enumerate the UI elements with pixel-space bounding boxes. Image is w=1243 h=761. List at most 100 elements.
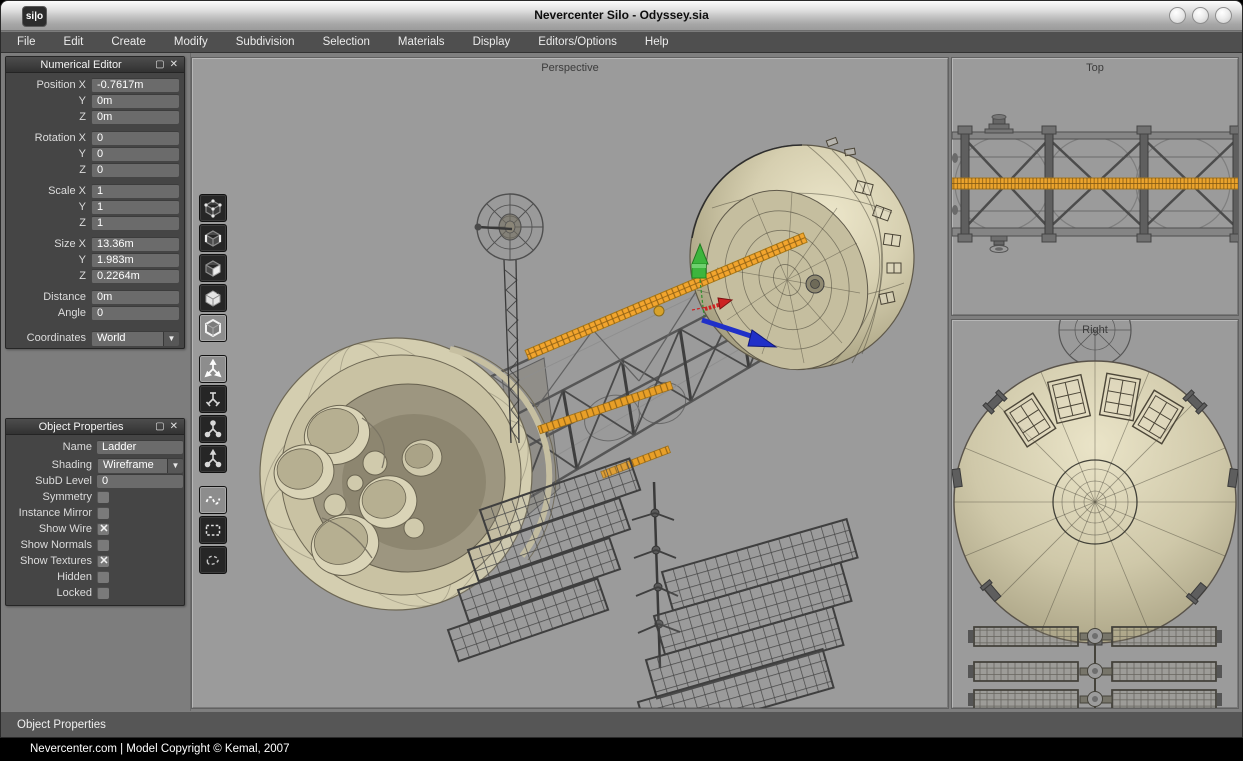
object-properties-header[interactable]: Object Properties ▢ ✕: [6, 419, 184, 435]
lasso-select-icon: [203, 550, 223, 570]
vertex-mode-icon: [203, 198, 223, 218]
position-x-field[interactable]: -0.7617m: [91, 78, 179, 92]
universal-manipulator-button[interactable]: [199, 445, 227, 473]
show-wire-checkbox[interactable]: [97, 523, 109, 535]
app-window: si|o Nevercenter Silo - Odyssey.sia File…: [0, 0, 1243, 738]
field-label: Size X: [6, 238, 86, 250]
instance-mirror-checkbox[interactable]: [97, 507, 109, 519]
menu-editors-options[interactable]: Editors/Options: [524, 36, 631, 48]
menu-display[interactable]: Display: [459, 36, 525, 48]
field-label: Z: [6, 270, 86, 282]
numerical-editor-header[interactable]: Numerical Editor ▢ ✕: [6, 57, 184, 73]
scale-x-field[interactable]: 1: [91, 184, 179, 198]
menu-subdivision[interactable]: Subdivision: [222, 36, 309, 48]
vertex-mode-button[interactable]: [199, 194, 227, 222]
status-text: Object Properties: [17, 719, 106, 731]
size-x-field[interactable]: 13.36m: [91, 237, 179, 251]
solar-array-row: [968, 690, 1222, 709]
rect-select-button[interactable]: [199, 516, 227, 544]
edge-mode-button[interactable]: [199, 224, 227, 252]
show-normals-checkbox[interactable]: [97, 539, 109, 551]
multi-select-mode-icon: [203, 318, 223, 338]
position-y-field[interactable]: 0m: [91, 94, 179, 108]
menu-file[interactable]: File: [17, 36, 50, 48]
field-label: Angle: [6, 307, 86, 319]
position-z-field[interactable]: 0m: [91, 110, 179, 124]
right-view-scene: [952, 320, 1239, 709]
scale-y-field[interactable]: 1: [91, 200, 179, 214]
maximize-button[interactable]: [1192, 7, 1209, 24]
panel-close-icon[interactable]: ✕: [170, 420, 178, 434]
angle-field[interactable]: 0: [91, 306, 179, 320]
coordinates-value: World: [92, 332, 163, 346]
panel-detach-icon[interactable]: ▢: [155, 58, 164, 72]
object-mode-icon: [203, 288, 223, 308]
paint-select-icon: [203, 490, 223, 510]
menu-create[interactable]: Create: [97, 36, 160, 48]
status-bar: Object Properties: [1, 711, 1242, 738]
size-z-field[interactable]: 0.2264m: [91, 269, 179, 283]
rotation-x-field[interactable]: 0: [91, 131, 179, 145]
close-button[interactable]: [1215, 7, 1232, 24]
paint-select-button[interactable]: [199, 486, 227, 514]
symmetry-checkbox[interactable]: [97, 491, 109, 503]
lasso-select-button[interactable]: [199, 546, 227, 574]
menu-edit[interactable]: Edit: [50, 36, 98, 48]
subd-level-field[interactable]: 0: [97, 474, 183, 488]
panel-detach-icon[interactable]: ▢: [155, 420, 164, 434]
name-field[interactable]: Ladder: [97, 440, 183, 454]
menu-selection[interactable]: Selection: [309, 36, 384, 48]
face-mode-icon: [203, 258, 223, 278]
locked-checkbox[interactable]: [97, 587, 109, 599]
shading-label: Shading: [6, 459, 92, 471]
field-label: Y: [6, 148, 86, 160]
right-viewport-label: Right: [952, 324, 1238, 336]
move-tool-button[interactable]: [199, 355, 227, 383]
minimize-button[interactable]: [1169, 7, 1186, 24]
top-viewport[interactable]: Top: [951, 57, 1239, 316]
window-controls: [1169, 7, 1232, 24]
coordinates-dropdown[interactable]: World ▼: [91, 331, 179, 346]
size-y-field[interactable]: 1.983m: [91, 253, 179, 267]
numerical-editor-title: Numerical Editor: [12, 59, 150, 71]
face-mode-button[interactable]: [199, 254, 227, 282]
chevron-down-icon: ▼: [167, 459, 183, 473]
gizmo-center-handle[interactable]: [654, 306, 664, 316]
right-view-solar-arrays: [968, 627, 1222, 709]
field-label: Y: [6, 201, 86, 213]
rotate-tool-button[interactable]: [199, 385, 227, 413]
checkbox-label: Locked: [6, 587, 92, 599]
scale-tool-button[interactable]: [199, 415, 227, 443]
top-view-scene: [952, 58, 1239, 316]
copyright-text: Nevercenter.com | Model Copyright © Kema…: [30, 743, 289, 755]
spacecraft-model: [192, 58, 949, 709]
multi-select-mode-button[interactable]: [199, 314, 227, 342]
distance-field[interactable]: 0m: [91, 290, 179, 304]
field-label: Z: [6, 111, 86, 123]
object-properties-panel: Object Properties ▢ ✕ NameLadder Shading…: [5, 418, 185, 606]
field-label: Z: [6, 217, 86, 229]
menu-bar: File Edit Create Modify Subdivision Sele…: [1, 31, 1242, 53]
field-label: Z: [6, 164, 86, 176]
object-mode-button[interactable]: [199, 284, 227, 312]
title-bar[interactable]: si|o Nevercenter Silo - Odyssey.sia: [1, 1, 1242, 31]
menu-help[interactable]: Help: [631, 36, 683, 48]
shading-dropdown[interactable]: Wireframe ▼: [97, 458, 183, 473]
right-view-sphere: [952, 361, 1238, 645]
scale-z-field[interactable]: 1: [91, 216, 179, 230]
rotation-y-field[interactable]: 0: [91, 147, 179, 161]
right-viewport[interactable]: Right: [951, 319, 1239, 709]
subd-label: SubD Level: [6, 475, 92, 487]
top-view-ladder: [952, 178, 1239, 189]
perspective-viewport[interactable]: Perspective: [191, 57, 949, 709]
checkbox-label: Hidden: [6, 571, 92, 583]
menu-materials[interactable]: Materials: [384, 36, 459, 48]
menu-modify[interactable]: Modify: [160, 36, 222, 48]
copyright-footer: Nevercenter.com | Model Copyright © Kema…: [0, 738, 1243, 761]
checkbox-label: Instance Mirror: [6, 507, 92, 519]
edge-mode-icon: [203, 228, 223, 248]
rotation-z-field[interactable]: 0: [91, 163, 179, 177]
show-textures-checkbox[interactable]: [97, 555, 109, 567]
panel-close-icon[interactable]: ✕: [170, 58, 178, 72]
hidden-checkbox[interactable]: [97, 571, 109, 583]
